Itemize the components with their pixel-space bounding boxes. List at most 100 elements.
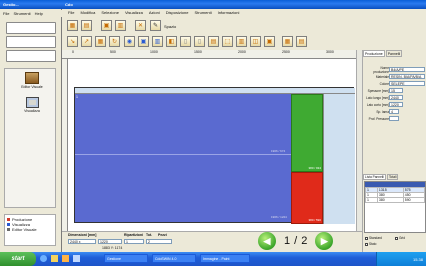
tab-produzione[interactable]: Produzione xyxy=(363,50,385,57)
toolbar-row-1: ▦ ▤ ▣ ▥ ✕ ✎ Spazio xyxy=(62,17,426,33)
pencil-icon[interactable]: ✎ xyxy=(150,20,161,31)
report-icon[interactable]: ▤ xyxy=(296,36,307,47)
export-icon[interactable]: ▣ xyxy=(264,36,275,47)
ruler-label-2000: 2000 xyxy=(238,50,246,54)
panel-red[interactable]: 380 / 590 xyxy=(291,172,323,224)
panel-offcut[interactable] xyxy=(323,94,355,224)
tools-icon[interactable]: ✕ xyxy=(135,20,146,31)
outer-tab-1[interactable] xyxy=(6,22,56,34)
grid-icon[interactable]: ▣ xyxy=(138,36,149,47)
next-page-button[interactable]: ▶ xyxy=(315,232,334,250)
print-icon[interactable]: ▥ xyxy=(115,20,126,31)
tab-lista-pannelli[interactable]: Lista Pannelli xyxy=(363,174,386,180)
editor-icon xyxy=(25,72,39,84)
checkbox-stato[interactable]: Stato xyxy=(365,242,376,246)
menu-strumenti[interactable]: Strumenti xyxy=(194,10,211,15)
checkbox-stato-label: Stato xyxy=(369,242,377,246)
field-value-spessore[interactable]: 15 xyxy=(389,88,403,93)
outer-tab-2[interactable] xyxy=(6,36,56,48)
field-value-colore[interactable]: SELEPE xyxy=(389,81,425,86)
status-pezzi: 2 xyxy=(146,239,172,244)
outer-menu-bar: File Strumenti Help xyxy=(0,10,62,17)
bottom-item-editor-label: Editor Visuale xyxy=(12,227,37,232)
field-value-nome[interactable]: B4/A/PE xyxy=(389,67,425,72)
checkbox-grid[interactable]: Grid xyxy=(395,236,405,240)
new-icon[interactable]: ▦ xyxy=(67,20,78,31)
toolbar-row-2: ↘ ↗ ▦ ↻ ◉ ▣ ▥ ◧ ▯ ▯ ▤ ⬚ ▥ ◫ ▣ ▦ ▤ xyxy=(62,33,426,49)
outer-tab-3[interactable] xyxy=(6,50,56,62)
start-button[interactable]: start xyxy=(0,252,36,266)
outer-menu-strumenti[interactable]: Strumenti xyxy=(13,11,30,16)
page-total: 2 xyxy=(301,235,308,247)
move-icon[interactable]: ↗ xyxy=(81,36,92,47)
menu-visualizza[interactable]: Visualizza xyxy=(125,10,143,15)
field-row-materiale: Materiale RESIN. BIA/PA/B/A xyxy=(365,73,426,80)
outer-window: Gestio... File Strumenti Help Editor Vis… xyxy=(0,0,62,252)
prev-page-button[interactable]: ◀ xyxy=(258,232,276,250)
zoom-icon[interactable]: ◉ xyxy=(124,36,135,47)
folder-icon[interactable] xyxy=(51,255,58,262)
desktop-icon[interactable] xyxy=(73,255,80,262)
menu-informazioni[interactable]: Informazioni xyxy=(218,10,240,15)
right-panel: Produzione Pannelli Nome produzione B4/A… xyxy=(362,50,426,252)
stack-icon[interactable]: ▤ xyxy=(208,36,219,47)
nest-icon[interactable]: ⬚ xyxy=(222,36,233,47)
dist-icon[interactable]: ◧ xyxy=(166,36,177,47)
ie-icon[interactable] xyxy=(40,255,47,262)
tab-pannelli[interactable]: Pannelli xyxy=(385,50,403,57)
checkbox-grid-box[interactable] xyxy=(395,236,398,240)
outer-menu-file[interactable]: File xyxy=(3,11,9,16)
main-window-title: Cdo xyxy=(65,2,73,7)
editor-small-icon xyxy=(7,228,10,231)
editor-visuale-item[interactable]: Editor Visuale xyxy=(19,72,45,89)
save-icon[interactable]: ▣ xyxy=(101,20,112,31)
task-item-paint[interactable]: Immagine - Paint xyxy=(200,254,250,263)
field-value-materiale[interactable]: RESIN. BIA/PA/B/A xyxy=(389,74,425,79)
quick-launch xyxy=(40,255,100,263)
start-label: start xyxy=(11,256,25,262)
open-icon[interactable]: ▤ xyxy=(81,20,92,31)
media-icon[interactable] xyxy=(62,255,69,262)
rewind-icon: ◀ xyxy=(263,235,271,246)
ruler-label-500: 500 xyxy=(110,50,116,54)
table-row[interactable]: 1 380 590 xyxy=(365,197,426,203)
menu-file[interactable]: File xyxy=(68,10,74,15)
main-title-bar[interactable]: Cdo xyxy=(62,0,426,9)
panel-icon[interactable]: ◫ xyxy=(250,36,261,47)
field-value-sp-lama[interactable]: 4 xyxy=(389,109,399,114)
layout-icon[interactable]: ▦ xyxy=(95,36,106,47)
list-icon[interactable]: ▦ xyxy=(282,36,293,47)
rotate-icon[interactable]: ↻ xyxy=(109,36,120,47)
checkbox-standard[interactable]: Standard xyxy=(365,236,382,240)
panel-green[interactable]: 380 / 934 xyxy=(291,94,323,172)
sheet[interactable]: 1 1906 / 674 1906 / 1224 380 / 934 380 /… xyxy=(74,87,355,224)
status-header-ripartizioni: Ripartizioni xyxy=(124,233,144,237)
menu-selezione[interactable]: Selezione xyxy=(101,10,119,15)
mirror-icon[interactable]: ▯ xyxy=(194,36,205,47)
ruler-label-1000: 1000 xyxy=(150,50,158,54)
checkbox-area: Standard Grid Stato xyxy=(365,236,425,250)
outer-title-bar[interactable]: Gestio... xyxy=(0,0,62,9)
field-value-lato-lungo[interactable]: 2440 xyxy=(389,95,403,100)
status-dim-y: 1220 xyxy=(98,239,122,244)
row-3-a: 380 xyxy=(376,197,404,203)
row-3-n: 1 xyxy=(365,197,378,203)
bottom-item-editor[interactable]: Editor Visuale xyxy=(7,227,53,232)
part-icon[interactable]: ▥ xyxy=(236,36,247,47)
menu-modifica[interactable]: Modifica xyxy=(80,10,95,15)
outer-menu-help[interactable]: Help xyxy=(35,11,43,16)
checkbox-standard-box[interactable] xyxy=(365,236,368,240)
menu-azioni[interactable]: Azioni xyxy=(149,10,160,15)
field-value-pressore[interactable] xyxy=(389,116,399,121)
task-item-gestione[interactable]: Gestione xyxy=(104,254,148,263)
align-icon[interactable]: ▥ xyxy=(152,36,163,47)
cut-icon[interactable]: ↘ xyxy=(67,36,78,47)
checkbox-stato-box[interactable] xyxy=(365,242,368,246)
visualizza-item[interactable]: Visualizza xyxy=(19,97,45,113)
drawing-area[interactable]: 1 1906 / 674 1906 / 1224 380 / 934 380 /… xyxy=(68,59,356,231)
menu-disposizione[interactable]: Disposizione xyxy=(166,10,189,15)
tab-totali[interactable]: Totali xyxy=(386,174,399,180)
task-item-cdoswin[interactable]: CdoSWIN 4.0 xyxy=(152,254,196,263)
flip-icon[interactable]: ▯ xyxy=(180,36,191,47)
field-value-lato-corto[interactable]: 1220 xyxy=(389,102,403,107)
